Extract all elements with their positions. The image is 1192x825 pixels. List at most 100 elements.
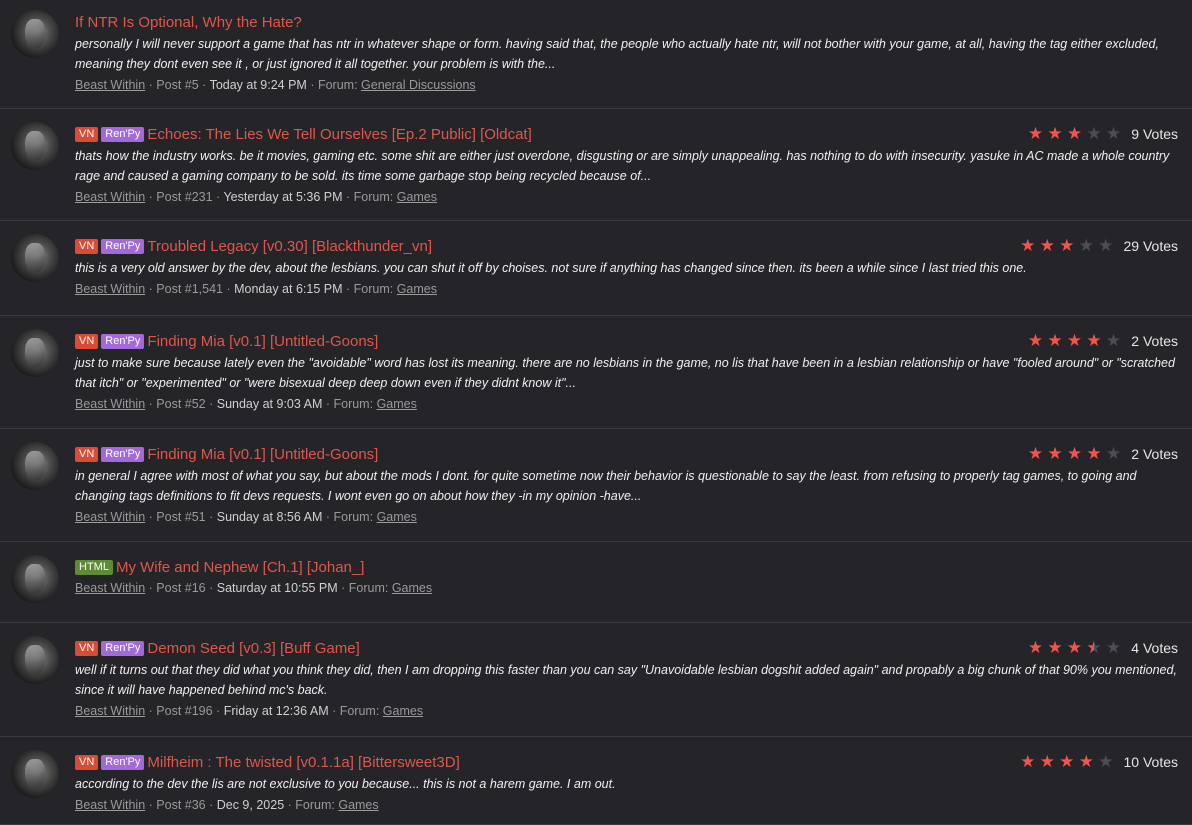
avatar[interactable]	[11, 329, 59, 377]
star-icon: ★	[1084, 638, 1104, 658]
search-result-item: If NTR Is Optional, Why the Hate? persona…	[0, 0, 1192, 109]
title-line: HTML My Wife and Nephew [Ch.1] [Johan_]	[75, 557, 1180, 577]
star-icon: ★	[1105, 124, 1122, 143]
avatar[interactable]	[11, 122, 59, 170]
prefix-tag-vn[interactable]: VN	[75, 333, 99, 349]
prefix-tag-renpy[interactable]: Ren'Py	[101, 446, 145, 462]
result-content: VN Ren'Py Milfheim : The twisted [v0.1.1a]…	[75, 752, 1180, 814]
avatar[interactable]	[11, 10, 59, 58]
forum-link[interactable]: Games	[397, 190, 437, 204]
thread-title-link[interactable]: Echoes: The Lies We Tell Ourselves [Ep.2…	[147, 126, 531, 143]
star-rating: ★ ★ ★ ★ ★	[1026, 331, 1124, 351]
post-snippet: according to the dev the lis are not exc…	[75, 777, 616, 791]
forum-label: Forum:	[353, 282, 394, 296]
author-link[interactable]: Beast Within	[75, 510, 145, 524]
avatar[interactable]	[11, 234, 59, 282]
rating: ★ ★ ★ ★ ★ 9 Votes	[1026, 124, 1178, 144]
star-icon: ★	[1086, 124, 1102, 143]
post-meta: Beast Within · Post #1,541 · Monday at 6…	[75, 282, 437, 296]
prefix-tag-vn[interactable]: VN	[75, 238, 99, 254]
star-rating: ★ ★ ★ ★ ★	[1018, 236, 1116, 256]
forum-link[interactable]: Games	[392, 581, 432, 595]
prefix-tag-renpy[interactable]: Ren'Py	[101, 238, 145, 254]
prefix-tag-vn[interactable]: VN	[75, 126, 99, 142]
rating: ★ ★ ★ ★ ★ 29 Votes	[1018, 236, 1178, 256]
avatar[interactable]	[11, 442, 59, 490]
forum-link[interactable]: Games	[377, 510, 417, 524]
vote-count: 4 Votes	[1131, 640, 1178, 656]
search-result-item: VN Ren'Py Milfheim : The twisted [v0.1.1a]…	[0, 737, 1192, 825]
vote-count: 2 Votes	[1131, 446, 1178, 462]
post-number: Post #5	[156, 78, 199, 92]
rating: ★ ★ ★ ★ ★ 10 Votes	[1018, 752, 1178, 772]
thread-title-link[interactable]: Finding Mia [v0.1] [Untitled-Goons]	[147, 446, 378, 463]
star-icon: ★	[1039, 236, 1055, 255]
prefix-tag-vn[interactable]: VN	[75, 754, 99, 770]
avatar[interactable]	[11, 636, 59, 684]
title-line: VN Ren'Py Finding Mia [v0.1] [Untitled-Goo…	[75, 331, 1180, 351]
search-result-item: HTML My Wife and Nephew [Ch.1] [Johan_] Be…	[0, 542, 1192, 623]
prefix-tag-vn[interactable]: VN	[75, 446, 99, 462]
post-number: Post #231	[156, 190, 213, 204]
prefix-tag-renpy[interactable]: Ren'Py	[101, 754, 145, 770]
thread-title-link[interactable]: Demon Seed [v0.3] [Buff Game]	[147, 640, 359, 657]
forum-label: Forum:	[317, 78, 358, 92]
post-number: Post #36	[156, 798, 206, 812]
thread-title-link[interactable]: If NTR Is Optional, Why the Hate?	[75, 14, 302, 31]
author-link[interactable]: Beast Within	[75, 704, 145, 718]
post-snippet: in general I agree with most of what you…	[75, 469, 1137, 503]
avatar[interactable]	[11, 750, 59, 798]
result-content: HTML My Wife and Nephew [Ch.1] [Johan_] Be…	[75, 557, 1180, 597]
forum-label: Forum:	[339, 704, 380, 718]
avatar[interactable]	[11, 555, 59, 603]
post-snippet: this is a very old answer by the dev, ab…	[75, 261, 1027, 275]
result-content: If NTR Is Optional, Why the Hate? persona…	[75, 12, 1180, 94]
post-snippet: just to make sure because lately even th…	[75, 356, 1175, 390]
post-meta: Beast Within · Post #5 · Today at 9:24 P…	[75, 78, 476, 92]
star-icon: ★	[1047, 444, 1063, 463]
forum-link[interactable]: Games	[377, 397, 417, 411]
star-icon: ★	[1020, 236, 1036, 255]
star-icon: ★	[1098, 236, 1114, 255]
star-rating: ★ ★ ★ ★ ★	[1018, 752, 1116, 772]
post-number: Post #52	[156, 397, 206, 411]
prefix-tag-vn[interactable]: VN	[75, 640, 99, 656]
result-content: VN Ren'Py Troubled Legacy [v0.30] [Blackth…	[75, 236, 1180, 298]
forum-label: Forum:	[353, 190, 394, 204]
post-meta: Beast Within · Post #52 · Sunday at 9:03…	[75, 397, 417, 411]
prefix-tag-renpy[interactable]: Ren'Py	[101, 126, 145, 142]
author-link[interactable]: Beast Within	[75, 581, 145, 595]
post-date: Yesterday at 5:36 PM	[223, 190, 343, 204]
vote-count: 2 Votes	[1131, 333, 1178, 349]
post-meta: Beast Within · Post #196 · Friday at 12:…	[75, 704, 424, 718]
thread-title-link[interactable]: Troubled Legacy [v0.30] [Blackthunder_vn…	[147, 238, 432, 255]
author-link[interactable]: Beast Within	[75, 798, 145, 812]
star-icon: ★	[1027, 444, 1044, 463]
author-link[interactable]: Beast Within	[75, 282, 145, 296]
forum-link[interactable]: Games	[338, 798, 378, 812]
post-meta: Beast Within · Post #51 · Sunday at 8:56…	[75, 510, 417, 524]
search-result-item: VN Ren'Py Echoes: The Lies We Tell Ourselv…	[0, 109, 1192, 221]
forum-link[interactable]: General Discussions	[361, 78, 476, 92]
author-link[interactable]: Beast Within	[75, 78, 145, 92]
thread-title-link[interactable]: Milfheim : The twisted [v0.1.1a] [Bitter…	[147, 754, 459, 771]
post-meta: Beast Within · Post #36 · Dec 9, 2025 · …	[75, 798, 379, 812]
post-date: Today at 9:24 PM	[209, 78, 307, 92]
prefix-tag-renpy[interactable]: Ren'Py	[101, 333, 145, 349]
author-link[interactable]: Beast Within	[75, 190, 145, 204]
search-result-item: VN Ren'Py Finding Mia [v0.1] [Untitled-Goo…	[0, 429, 1192, 542]
prefix-tag-html[interactable]: HTML	[75, 559, 113, 575]
star-icon: ★	[1066, 124, 1083, 143]
forum-link[interactable]: Games	[397, 282, 437, 296]
rating: ★ ★ ★ ★ ★ 4 Votes	[1026, 638, 1178, 658]
prefix-tag-renpy[interactable]: Ren'Py	[101, 640, 145, 656]
star-icon: ★	[1059, 752, 1075, 771]
star-icon: ★	[1027, 124, 1044, 143]
forum-link[interactable]: Games	[383, 704, 423, 718]
star-icon: ★	[1105, 638, 1122, 657]
thread-title-link[interactable]: My Wife and Nephew [Ch.1] [Johan_]	[116, 559, 364, 576]
thread-title-link[interactable]: Finding Mia [v0.1] [Untitled-Goons]	[147, 333, 378, 350]
author-link[interactable]: Beast Within	[75, 397, 145, 411]
star-rating: ★ ★ ★ ★ ★	[1026, 124, 1124, 144]
star-rating: ★ ★ ★ ★ ★	[1026, 444, 1124, 464]
